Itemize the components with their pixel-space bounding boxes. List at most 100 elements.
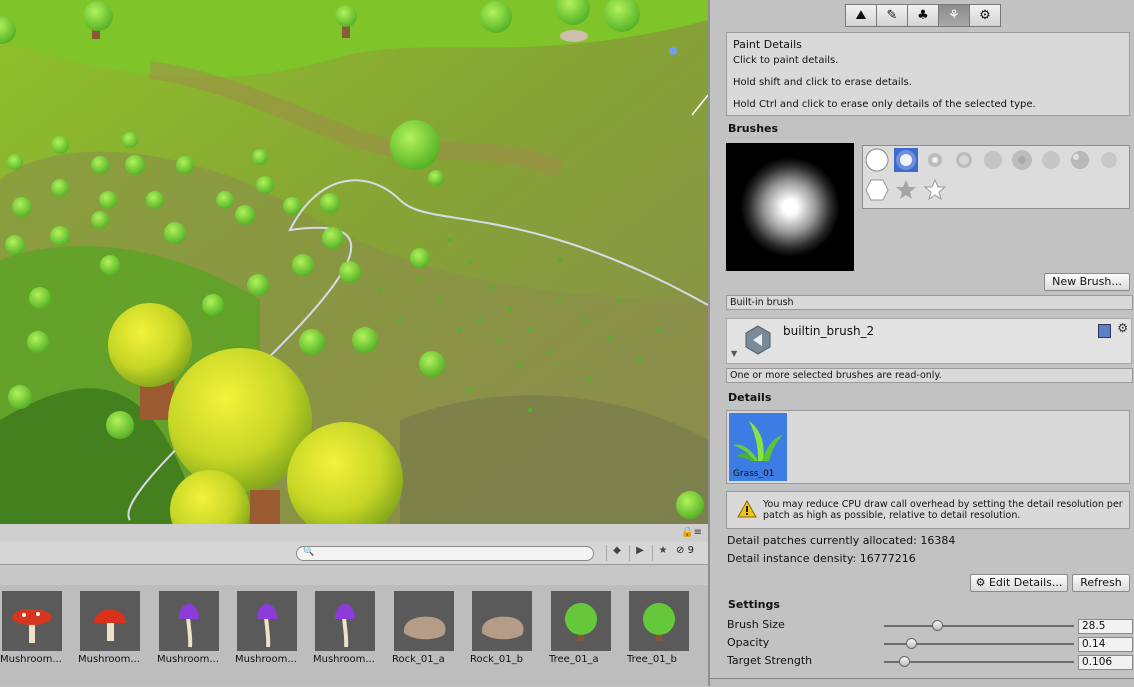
asset-item[interactable]: Rock_01_a [392,591,468,665]
brush-star-outline[interactable] [923,178,947,202]
brush-noise-2[interactable] [1010,148,1034,172]
foldout-arrow-icon[interactable]: ▼ [731,349,737,358]
new-brush-button[interactable]: New Brush... [1044,273,1130,291]
settings-header: Settings [728,598,780,611]
setting-value-field[interactable]: 28.5 [1078,619,1133,634]
asset-label: Tree_01_a [549,654,599,665]
asset-label: Mushroom... [235,654,297,665]
asset-thumbnail [80,591,140,651]
asset-item[interactable]: Mushroom... [157,591,233,665]
warning-icon [737,500,757,518]
brushes-header: Brushes [728,122,779,135]
asset-item[interactable]: Mushroom... [313,591,389,665]
asset-label: Mushroom... [313,654,375,665]
asset-thumbnail [394,591,454,651]
hidden-packages-count[interactable]: ⊘ 9 [676,545,694,556]
asset-label: Mushroom... [78,654,140,665]
setting-label: Target Strength [727,654,813,667]
settings-icon[interactable]: ⚙ [969,4,1001,27]
slider-thumb[interactable] [899,656,910,667]
filter-icons: ◆ ▶ ★ [606,545,673,561]
breadcrumb [0,565,708,585]
asset-thumbnail [2,591,62,651]
help-line-2: Hold shift and click to erase details. [733,77,912,88]
setting-label: Opacity [727,636,770,649]
brush-asset-icon [745,325,771,355]
brush-preview [726,143,854,271]
place-trees-icon[interactable]: ♣ [907,4,939,27]
brush-soft-small[interactable] [923,148,947,172]
asset-item[interactable]: Tree_01_b [627,591,703,665]
project-window: 🔒≡ 🔍 ◆ ▶ ★ ⊘ 9 Mushroom... Mushroom... Mus… [0,524,708,686]
asset-label: Mushroom... [0,654,62,665]
asset-thumbnail [315,591,375,651]
readonly-note: One or more selected brushes are read-on… [726,368,1133,383]
brush-ring[interactable] [952,148,976,172]
asset-item[interactable]: Rock_01_b [470,591,546,665]
paint-details-help: Paint Details Click to paint details. Ho… [726,32,1130,116]
asset-label: Rock_01_a [392,654,445,665]
project-search-row: 🔍 ◆ ▶ ★ ⊘ 9 [0,542,708,565]
brush-noise-1[interactable] [981,148,1005,172]
warning-text: You may reduce CPU draw call overhead by… [763,499,1123,521]
setting-slider[interactable] [884,656,1074,667]
lock-menu-icon[interactable]: 🔒≡ [681,527,702,538]
asset-item[interactable]: Mushroom... [235,591,311,665]
brush-grid [862,145,1130,209]
asset-label: Rock_01_b [470,654,523,665]
density-info: Detail instance density: 16777216 [727,552,916,565]
search-icon: 🔍 [303,547,315,557]
help-book-icon[interactable] [1098,324,1111,338]
slider-thumb[interactable] [932,620,943,631]
asset-thumbnail [629,591,689,651]
gear-icon[interactable]: ⚙ [1117,321,1128,335]
asset-thumbnail [472,591,532,651]
details-list: Grass_01 [726,410,1130,484]
warning-box: You may reduce CPU draw call overhead by… [726,491,1130,529]
scene-view[interactable] [0,0,708,524]
asset-item[interactable]: Tree_01_a [549,591,625,665]
paint-details-icon[interactable]: ⚘ [938,4,970,27]
patches-info: Detail patches currently allocated: 1638… [727,534,956,547]
brush-object-header: builtin_brush_2 ▼ ⚙ [726,318,1132,364]
edit-details-button[interactable]: ⚙ Edit Details... [970,574,1068,592]
favorite-star-icon[interactable]: ★ [652,545,673,561]
setting-value-field[interactable]: 0.106 [1078,655,1133,670]
setting-label: Brush Size [727,618,785,631]
detail-item-label: Grass_01 [733,469,775,479]
raise-lower-icon[interactable]: ⛰ [845,4,877,27]
asset-label: Tree_01_b [627,654,677,665]
refresh-button[interactable]: Refresh [1072,574,1130,592]
terrain-render[interactable] [0,0,708,524]
setting-slider[interactable] [884,638,1074,649]
detail-item-grass[interactable]: Grass_01 [729,413,787,481]
brush-noise-4[interactable] [1097,148,1121,172]
brush-name: builtin_brush_2 [783,324,875,338]
asset-thumbnail [237,591,297,651]
brush-noise-3[interactable] [1039,148,1063,172]
slider-thumb[interactable] [906,638,917,649]
setting-slider[interactable] [884,620,1074,631]
brush-soft-selected[interactable] [894,148,918,172]
asset-label: Mushroom... [157,654,219,665]
filter-by-label-icon[interactable]: ▶ [629,545,650,561]
search-input[interactable]: 🔍 [296,546,594,561]
brush-hexagon[interactable] [865,178,889,202]
asset-item[interactable]: Mushroom... [78,591,154,665]
details-header: Details [728,391,772,404]
setting-value-field[interactable]: 0.14 [1078,637,1133,652]
asset-item[interactable]: Mushroom... [0,591,76,665]
asset-grid: Mushroom... Mushroom... Mushroom... Mushroo… [0,591,708,671]
hidden-count-value: 9 [687,545,694,556]
asset-thumbnail [551,591,611,651]
paint-texture-icon[interactable]: ✎ [876,4,908,27]
brush-circle-hard[interactable] [865,148,889,172]
brush-star-soft[interactable] [894,178,918,202]
filter-by-type-icon[interactable]: ◆ [606,545,627,561]
inspector-panel: ⛰ ✎ ♣ ⚘ ⚙ Paint Details Click to paint detai… [710,0,1134,687]
brush-splat[interactable] [1068,148,1092,172]
help-title: Paint Details [733,38,802,51]
project-tab-bar: 🔒≡ [0,524,708,543]
builtin-brush-label: Built-in brush [726,295,1133,310]
terrain-toolbar: ⛰ ✎ ♣ ⚘ ⚙ [845,4,1001,27]
